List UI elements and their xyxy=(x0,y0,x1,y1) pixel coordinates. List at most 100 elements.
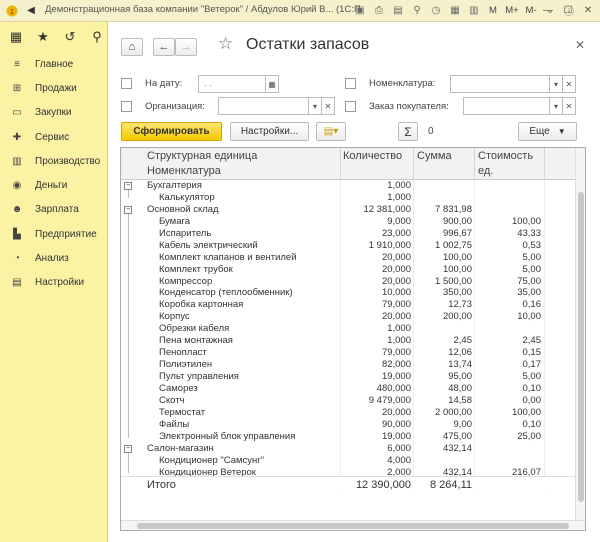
table-row[interactable]: Пенопласт 79,000 12,06 0,15 xyxy=(121,347,577,359)
group-row[interactable]: − Основной склад 12 381,000 7 831,98 xyxy=(121,204,577,216)
organization-dropdown-button[interactable]: ▾ xyxy=(309,97,322,115)
table-row[interactable]: Корпус 20,000 200,00 10,00 xyxy=(121,311,577,323)
collapse-toggle-icon[interactable]: − xyxy=(124,205,132,214)
table-row[interactable]: Бумага 9,000 900,00 100,00 xyxy=(121,216,577,228)
table-row[interactable]: Скотч 9 479,000 14,58 0,00 xyxy=(121,395,577,407)
table-row[interactable]: Файлы 90,000 9,00 0,10 xyxy=(121,419,577,431)
app-logo-icon[interactable]: 1 xyxy=(5,4,19,18)
favorite-star-icon[interactable]: ☆ xyxy=(218,34,233,54)
group-row[interactable]: − Бухгалтерия 1,000 xyxy=(121,180,577,192)
vertical-scroll-thumb[interactable] xyxy=(578,192,584,502)
table-row[interactable]: Коробка картонная 79,000 12,73 0,16 xyxy=(121,299,577,311)
vertical-scrollbar[interactable] xyxy=(575,148,585,522)
sidebar-item-label: Зарплата xyxy=(35,204,79,216)
sidebar-item-service[interactable]: ✚ Сервис xyxy=(0,125,107,149)
collapse-toggle-icon[interactable]: − xyxy=(124,444,132,453)
table-row[interactable]: Полиэтилен 82,000 13,74 0,17 xyxy=(121,359,577,371)
sidebar-item-production[interactable]: ▥ Производство xyxy=(0,149,107,173)
history-icon[interactable]: ↺ xyxy=(63,29,77,45)
organization-clear-button[interactable]: ✕ xyxy=(322,97,335,115)
table-row[interactable]: Обрезки кабеля 1,000 xyxy=(121,323,577,335)
sidebar-item-label: Анализ xyxy=(35,253,69,265)
sidebar-item-main[interactable]: ≡ Главное xyxy=(0,52,107,76)
memory-button[interactable]: M xyxy=(485,5,501,16)
search-icon[interactable]: ⚲ xyxy=(90,29,104,45)
more-button[interactable]: Еще ▼ xyxy=(518,122,577,141)
memory-plus-button[interactable]: M+ xyxy=(504,5,520,16)
organization-field[interactable] xyxy=(218,97,309,115)
collapse-toggle-icon[interactable]: − xyxy=(124,182,132,190)
table-row[interactable]: Кабель электрический 1 910,000 1 002,75 0,5… xyxy=(121,240,577,252)
nomenclature-dropdown-button[interactable]: ▾ xyxy=(550,75,563,93)
close-window-icon[interactable]: ✕ xyxy=(580,2,596,18)
sidebar-item-label: Деньги xyxy=(35,180,68,192)
column-header-cost: Стоимость xyxy=(478,150,534,162)
back-arrow-icon[interactable]: ◀ xyxy=(24,4,38,18)
nomenclature-field[interactable] xyxy=(450,75,550,93)
table-row[interactable]: Комплект трубок 20,000 100,00 5,00 xyxy=(121,264,577,276)
table-row[interactable]: Пульт управления 19,000 95,00 5,00 xyxy=(121,371,577,383)
table-row[interactable]: Пена монтажная 1,000 2,45 2,45 xyxy=(121,335,577,347)
table-row[interactable]: Калькулятор 1,000 xyxy=(121,192,577,204)
close-icon[interactable]: ✕ xyxy=(575,38,585,52)
date-checkbox[interactable] xyxy=(121,78,132,89)
cell-quantity: 90,000 xyxy=(381,418,411,430)
factory-icon: ▥ xyxy=(12,155,22,167)
organization-checkbox[interactable] xyxy=(121,101,132,112)
customer-order-checkbox[interactable] xyxy=(345,101,356,112)
cell-name: Бумага xyxy=(159,215,191,227)
generate-button[interactable]: Сформировать xyxy=(121,122,222,141)
group-row[interactable]: − Салон-магазин 6,000 432,14 xyxy=(121,443,577,455)
calculator-icon[interactable]: ▦ xyxy=(447,2,463,18)
sidebar-item-enterprise[interactable]: ▙ Предприятие xyxy=(0,222,107,246)
cell-sum: 95,00 xyxy=(448,371,472,382)
customer-order-clear-button[interactable]: ✕ xyxy=(563,97,576,115)
save-icon[interactable]: ▣ xyxy=(352,2,368,18)
settings-button[interactable]: Настройки... xyxy=(230,122,309,141)
sidebar-item-purchases[interactable]: ▭ Закупки xyxy=(0,101,107,125)
link-icon[interactable]: ⚲ xyxy=(409,2,425,18)
grid-menu-icon[interactable]: ▦ xyxy=(9,29,23,45)
cell-cost: 75,00 xyxy=(517,275,541,287)
home-button[interactable]: ⌂ xyxy=(121,38,143,56)
sidebar-item-salary[interactable]: ☻ Зарплата xyxy=(0,198,107,222)
history-icon[interactable]: ◷ xyxy=(428,2,444,18)
sum-button[interactable]: Σ xyxy=(398,122,418,141)
forward-button[interactable]: → xyxy=(175,38,197,56)
table-row[interactable]: Кондиционер "Самсунг" 4,000 xyxy=(121,455,577,467)
table-row[interactable]: Комплект клапанов и вентилей 20,000 100,00… xyxy=(121,252,577,264)
nomenclature-clear-button[interactable]: ✕ xyxy=(563,75,576,93)
customer-order-field[interactable] xyxy=(463,97,550,115)
calendar-icon[interactable]: ▥ xyxy=(466,2,482,18)
horizontal-scroll-thumb[interactable] xyxy=(137,523,569,529)
table-row[interactable]: Термостат 20,000 2 000,00 100,00 xyxy=(121,407,577,419)
cell-quantity: 1,000 xyxy=(387,323,411,335)
table-row[interactable]: Саморез 480,000 48,00 0,10 xyxy=(121,383,577,395)
table-row[interactable]: Электронный блок управления 19,000 475,00 2… xyxy=(121,431,577,443)
minimize-icon[interactable]: — xyxy=(540,2,556,18)
table-row[interactable]: Испаритель 23,000 996,67 43,33 xyxy=(121,228,577,240)
favorites-star-icon[interactable]: ★ xyxy=(36,29,50,45)
nomenclature-checkbox[interactable] xyxy=(345,78,356,89)
cell-quantity: 9 479,000 xyxy=(368,394,411,406)
back-button[interactable]: ← xyxy=(153,38,175,56)
maximize-icon[interactable]: ☐ xyxy=(560,2,576,18)
print-preview-icon[interactable]: ▤ xyxy=(390,2,406,18)
calendar-picker-button[interactable]: ▦ xyxy=(266,75,279,93)
horizontal-scrollbar[interactable] xyxy=(121,520,585,530)
cell-sum: 200,00 xyxy=(442,311,472,323)
sidebar-item-money[interactable]: ◉ Деньги xyxy=(0,173,107,197)
table-row[interactable]: Компрессор 20,000 1 500,00 75,00 xyxy=(121,276,577,288)
sidebar-item-label: Производство xyxy=(35,155,101,167)
table-row[interactable]: Конденсатор (теплообменник) 10,000 350,00 3… xyxy=(121,287,577,299)
memory-minus-button[interactable]: M- xyxy=(523,5,539,16)
cell-sum: 1 500,00 xyxy=(435,275,472,287)
sidebar-item-analysis[interactable]: ◔ Анализ xyxy=(0,246,107,270)
date-field[interactable]: . . xyxy=(198,75,266,93)
report-variants-button[interactable]: ▤▾ xyxy=(316,122,346,141)
customer-order-dropdown-button[interactable]: ▾ xyxy=(550,97,563,115)
sidebar-item-settings[interactable]: ▤ Настройки xyxy=(0,271,107,295)
cell-cost: 2,45 xyxy=(522,335,542,347)
sidebar-item-sales[interactable]: ⊞ Продажи xyxy=(0,76,107,100)
print-icon[interactable]: ⎙ xyxy=(371,2,387,18)
